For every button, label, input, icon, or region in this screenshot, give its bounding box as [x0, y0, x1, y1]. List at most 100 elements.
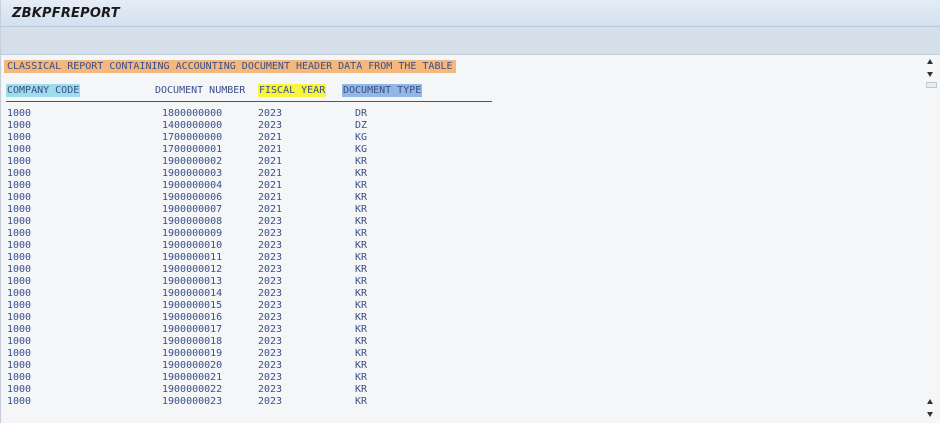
document-number-cell: 1900000020 — [162, 360, 223, 371]
column-header-company-code[interactable]: COMPANY CODE — [6, 84, 81, 97]
document-type-cell: KR — [355, 216, 368, 227]
table-row[interactable]: 1000 1900000003 2021 KR — [2, 168, 502, 180]
table-row[interactable]: 1000 1900000018 2023 KR — [2, 336, 502, 348]
document-number-cell: 1900000018 — [162, 336, 223, 347]
table-row[interactable]: 1000 1900000011 2023 KR — [2, 252, 502, 264]
document-number-cell: 1900000023 — [162, 396, 223, 407]
company-code-cell: 1000 — [7, 168, 32, 179]
fiscal-year-cell: 2021 — [258, 204, 283, 215]
document-type-cell: KG — [355, 132, 368, 143]
document-type-cell: KR — [355, 288, 368, 299]
company-code-cell: 1000 — [7, 324, 32, 335]
table-row[interactable]: 1000 1900000013 2023 KR — [2, 276, 502, 288]
document-number-cell: 1900000014 — [162, 288, 223, 299]
document-type-cell: KR — [355, 252, 368, 263]
document-number-cell: 1900000009 — [162, 228, 223, 239]
document-number-cell: 1800000000 — [162, 108, 223, 119]
column-header-fiscal-year[interactable]: FISCAL YEAR — [258, 84, 327, 97]
column-header-document-type[interactable]: DOCUMENT TYPE — [342, 84, 423, 97]
fiscal-year-cell: 2023 — [258, 384, 283, 395]
table-row[interactable]: 1000 1900000023 2023 KR — [2, 396, 502, 408]
scroll-thumb[interactable] — [926, 82, 937, 88]
document-type-cell: KR — [355, 192, 368, 203]
company-code-cell: 1000 — [7, 144, 32, 155]
fiscal-year-cell: 2023 — [258, 360, 283, 371]
table-row[interactable]: 1000 1900000019 2023 KR — [2, 348, 502, 360]
document-type-cell: KR — [355, 300, 368, 311]
table-row[interactable]: 1000 1900000007 2021 KR — [2, 204, 502, 216]
table-row[interactable]: 1000 1900000002 2021 KR — [2, 156, 502, 168]
table-row[interactable]: 1000 1800000000 2023 DR — [2, 108, 502, 120]
document-type-cell: KR — [355, 264, 368, 275]
application-toolbar — [1, 27, 940, 55]
fiscal-year-cell: 2023 — [258, 348, 283, 359]
document-type-cell: KR — [355, 204, 368, 215]
sap-report-window: ZBKPFREPORT CLASSICAL REPORT CONTAINING … — [0, 0, 940, 423]
arrow-down-icon[interactable] — [927, 72, 933, 77]
company-code-cell: 1000 — [7, 192, 32, 203]
document-number-cell: 1900000015 — [162, 300, 223, 311]
table-row[interactable]: 1000 1400000000 2023 DZ — [2, 120, 502, 132]
table-row[interactable]: 1000 1900000016 2023 KR — [2, 312, 502, 324]
document-type-cell: KR — [355, 180, 368, 191]
report-output: CLASSICAL REPORT CONTAINING ACCOUNTING D… — [2, 55, 922, 423]
table-row[interactable]: 1000 1700000001 2021 KG — [2, 144, 502, 156]
arrow-down-icon[interactable] — [927, 412, 933, 417]
company-code-cell: 1000 — [7, 396, 32, 407]
table-row[interactable]: 1000 1900000008 2023 KR — [2, 216, 502, 228]
document-type-cell: KR — [355, 240, 368, 251]
table-row[interactable]: 1000 1900000020 2023 KR — [2, 360, 502, 372]
company-code-cell: 1000 — [7, 336, 32, 347]
company-code-cell: 1000 — [7, 288, 32, 299]
table-row[interactable]: 1000 1900000014 2023 KR — [2, 288, 502, 300]
table-row[interactable]: 1000 1900000015 2023 KR — [2, 300, 502, 312]
vertical-scrollbar[interactable] — [922, 55, 940, 423]
fiscal-year-cell: 2023 — [258, 264, 283, 275]
table-row[interactable]: 1000 1900000010 2023 KR — [2, 240, 502, 252]
document-type-cell: DZ — [355, 120, 368, 131]
document-number-cell: 1900000006 — [162, 192, 223, 203]
document-type-cell: KG — [355, 144, 368, 155]
fiscal-year-cell: 2023 — [258, 324, 283, 335]
company-code-cell: 1000 — [7, 180, 32, 191]
document-type-cell: KR — [355, 168, 368, 179]
document-number-cell: 1700000000 — [162, 132, 223, 143]
document-number-cell: 1900000012 — [162, 264, 223, 275]
fiscal-year-cell: 2023 — [258, 108, 283, 119]
fiscal-year-cell: 2021 — [258, 156, 283, 167]
arrow-up-icon[interactable] — [927, 399, 933, 404]
document-number-cell: 1400000000 — [162, 120, 223, 131]
table-row[interactable]: 1000 1900000017 2023 KR — [2, 324, 502, 336]
fiscal-year-cell: 2021 — [258, 132, 283, 143]
fiscal-year-cell: 2023 — [258, 240, 283, 251]
table-row[interactable]: 1000 1700000000 2021 KG — [2, 132, 502, 144]
document-type-cell: KR — [355, 324, 368, 335]
company-code-cell: 1000 — [7, 312, 32, 323]
document-number-cell: 1900000019 — [162, 348, 223, 359]
document-number-cell: 1900000003 — [162, 168, 223, 179]
fiscal-year-cell: 2023 — [258, 252, 283, 263]
table-row[interactable]: 1000 1900000009 2023 KR — [2, 228, 502, 240]
table-row[interactable]: 1000 1900000004 2021 KR — [2, 180, 502, 192]
table-row[interactable]: 1000 1900000012 2023 KR — [2, 264, 502, 276]
company-code-cell: 1000 — [7, 240, 32, 251]
fiscal-year-cell: 2023 — [258, 372, 283, 383]
company-code-cell: 1000 — [7, 372, 32, 383]
document-type-cell: KR — [355, 336, 368, 347]
program-title: ZBKPFREPORT — [12, 6, 120, 21]
fiscal-year-cell: 2021 — [258, 144, 283, 155]
table-row[interactable]: 1000 1900000022 2023 KR — [2, 384, 502, 396]
fiscal-year-cell: 2023 — [258, 216, 283, 227]
company-code-cell: 1000 — [7, 264, 32, 275]
document-number-cell: 1900000022 — [162, 384, 223, 395]
column-header-document-number[interactable]: DOCUMENT NUMBER — [154, 84, 246, 97]
company-code-cell: 1000 — [7, 300, 32, 311]
company-code-cell: 1000 — [7, 216, 32, 227]
document-number-cell: 1900000017 — [162, 324, 223, 335]
fiscal-year-cell: 2023 — [258, 336, 283, 347]
document-number-cell: 1900000004 — [162, 180, 223, 191]
document-number-cell: 1900000010 — [162, 240, 223, 251]
table-row[interactable]: 1000 1900000021 2023 KR — [2, 372, 502, 384]
arrow-up-icon[interactable] — [927, 59, 933, 64]
table-row[interactable]: 1000 1900000006 2021 KR — [2, 192, 502, 204]
